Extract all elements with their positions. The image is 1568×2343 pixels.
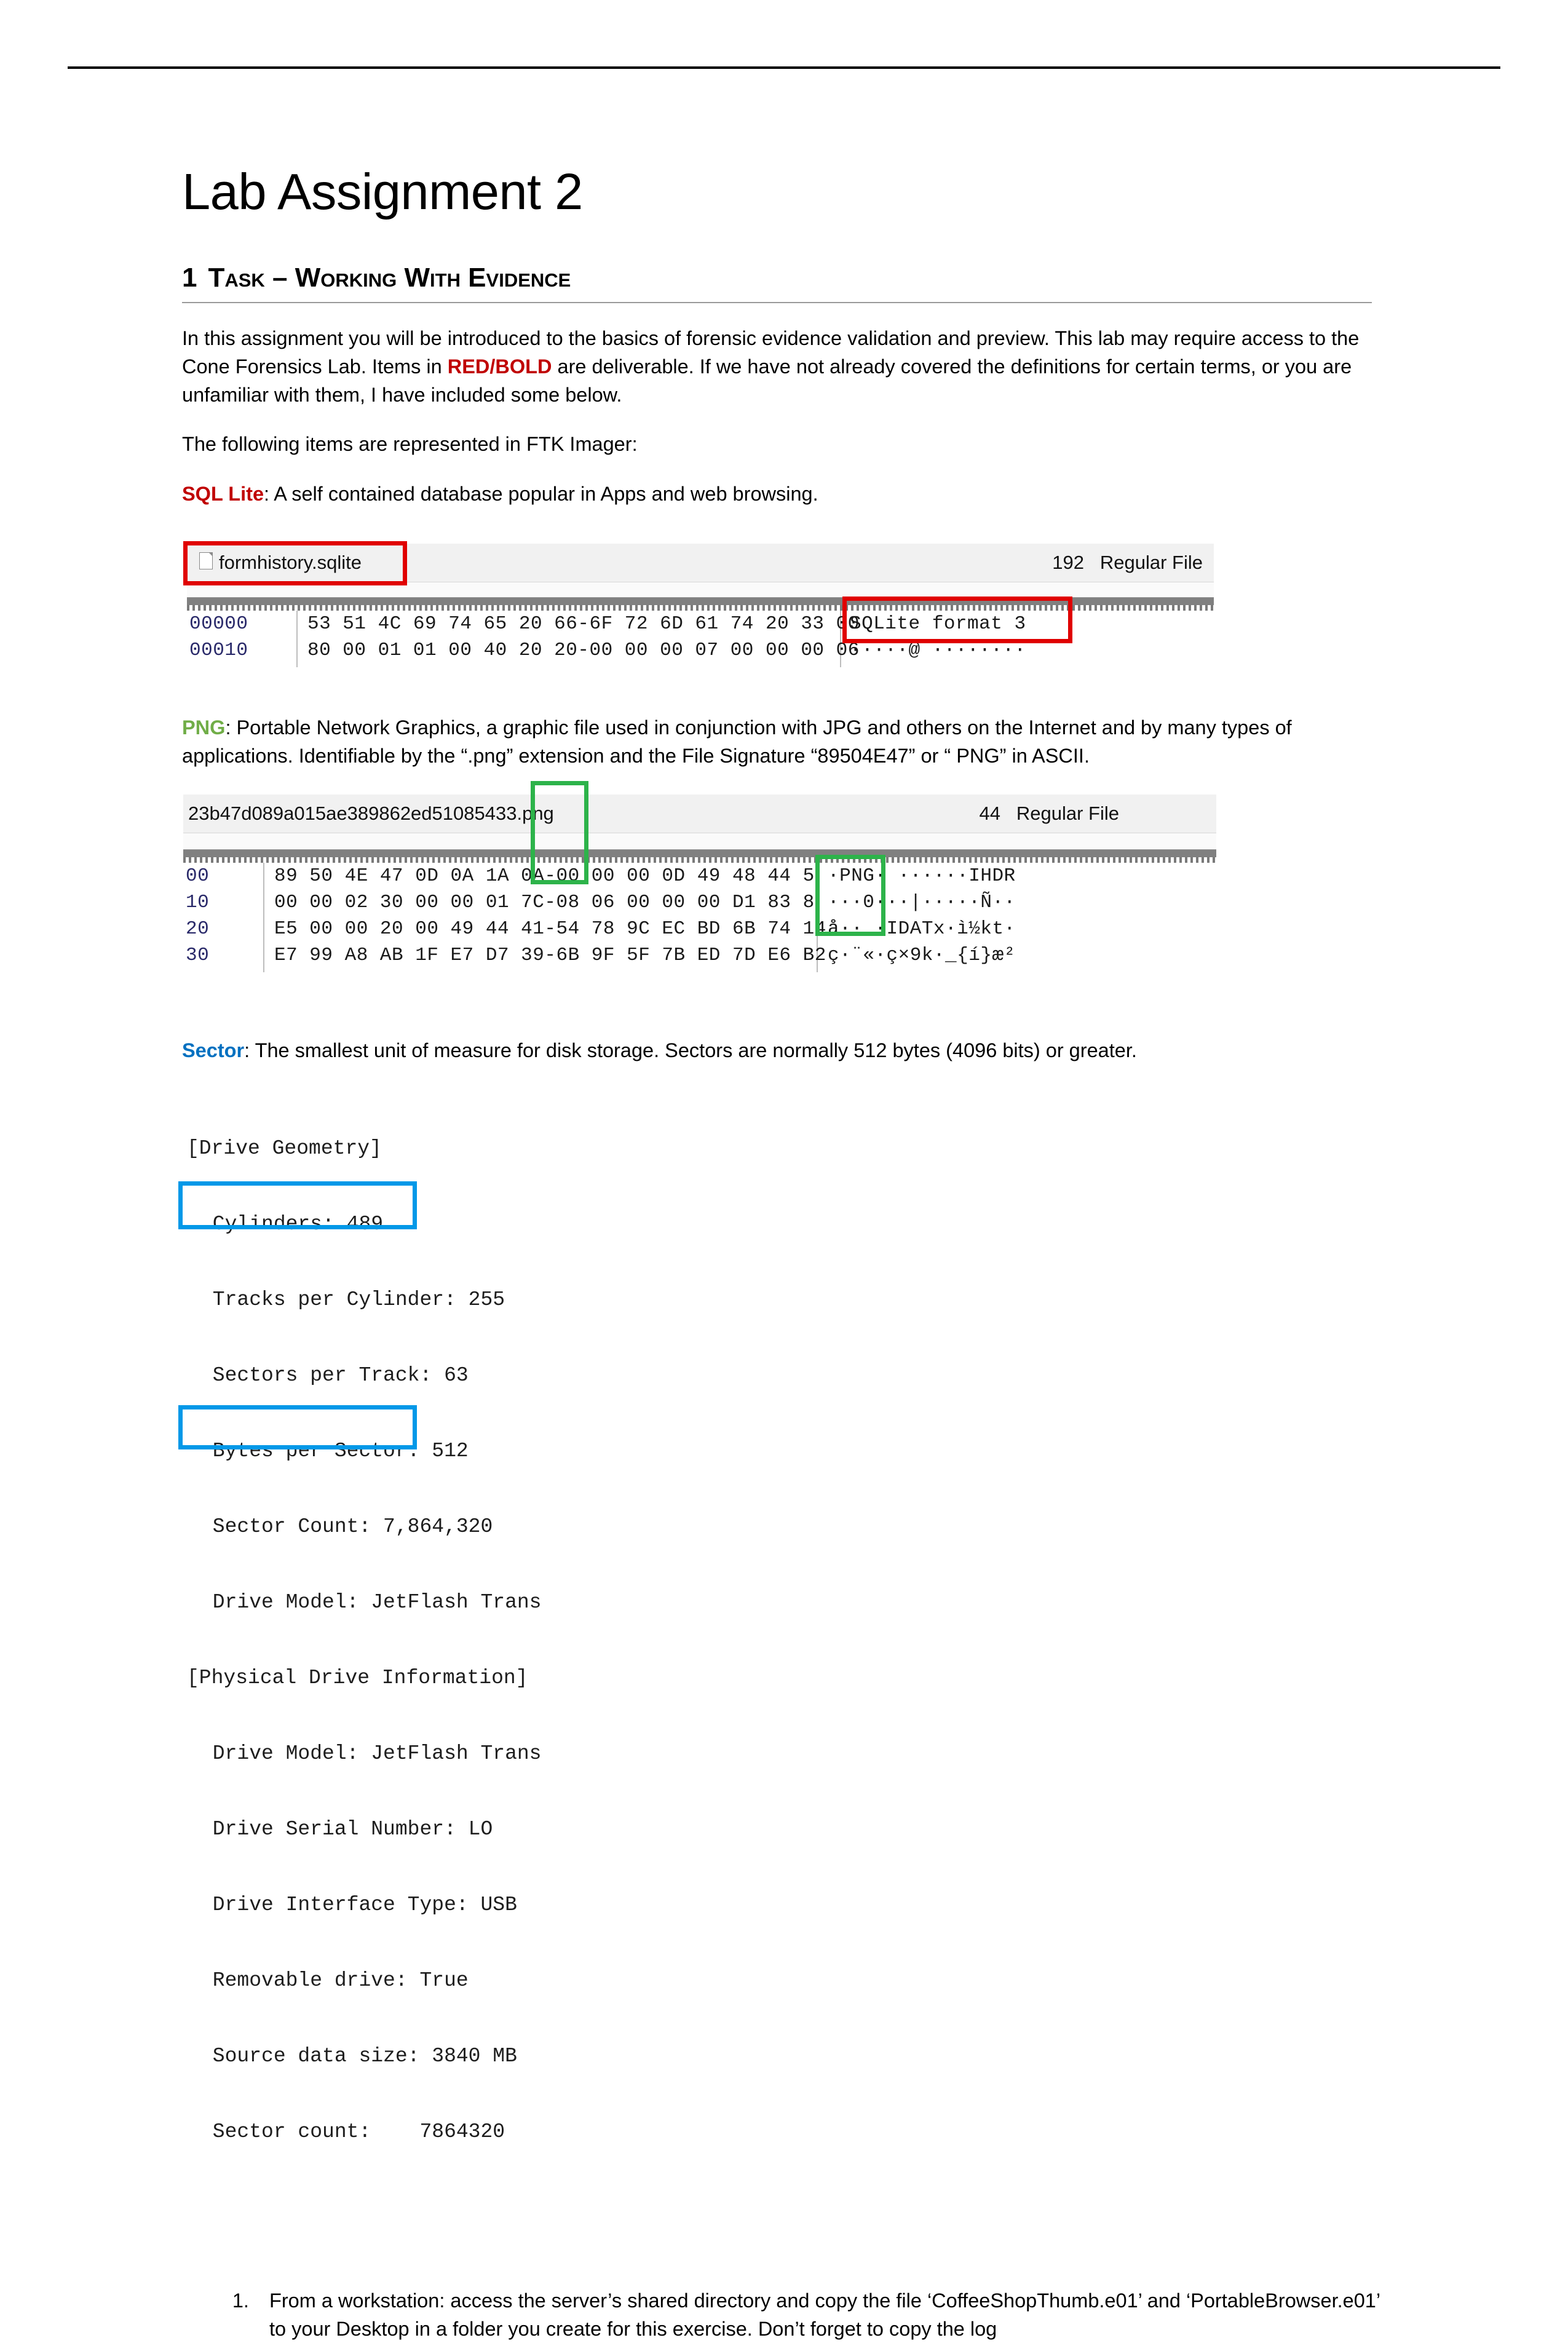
hex-row: 10 00 00 02 30 00 00 01 7C-08 06 00 00 0… <box>183 889 1216 919</box>
png-ftk-screenshot: 23b47d089a015ae389862ed51085433.png 44 R… <box>183 780 1216 972</box>
hex-offset: 00000 <box>189 613 248 635</box>
hex-divider-bar <box>187 597 1214 605</box>
intro-paragraph: In this assignment you will be introduce… <box>182 324 1387 409</box>
hex-column-divider <box>296 610 298 641</box>
drive-info-line: Drive Model: JetFlash Trans <box>200 1591 542 1614</box>
ascii-column-divider <box>817 862 818 893</box>
hex-divider-bar <box>183 849 1216 857</box>
drive-info-line: Sectors per Track: 63 <box>200 1364 469 1387</box>
section-heading: 1 Task – Working with evidence <box>182 263 1372 303</box>
png-file-type: Regular File <box>1016 802 1119 824</box>
term-sqlite-paragraph: SQL Lite: A self contained database popu… <box>182 480 1387 508</box>
png-file-name-suffix: 33.png <box>495 802 554 824</box>
sqlite-file-type: Regular File <box>1099 551 1203 573</box>
hex-row: 20 E5 00 00 20 00 49 44 41-54 78 9C EC B… <box>183 915 1216 946</box>
hex-offset: 00010 <box>189 639 248 661</box>
term-sqlite-label: SQL Lite <box>182 482 264 505</box>
list-item: From a workstation: access the server’s … <box>255 2286 1387 2343</box>
header-rule <box>68 66 1500 69</box>
drive-info-line: Source data size: 3840 MB <box>200 2045 517 2068</box>
drive-info-screenshot: [Drive Geometry] Cylinders: 489 Tracks p… <box>178 1085 876 2270</box>
drive-info-line: Drive Model: JetFlash Trans <box>200 1742 542 1766</box>
hex-ascii: å·· ·IDATx·ì½kt· <box>828 918 1016 940</box>
hex-column-divider <box>263 889 264 919</box>
hex-bytes: E7 99 A8 AB 1F E7 D7 39-6B 9F 5F 7B ED 7… <box>274 944 826 966</box>
term-png-label: PNG <box>182 716 226 739</box>
hex-offset: 10 <box>186 891 210 913</box>
term-sector-definition: : The smallest unit of measure for disk … <box>244 1039 1137 1061</box>
sqlite-ftk-screenshot: formhistory.sqlite 192 Regular File 0000… <box>183 541 1214 667</box>
sqlite-file-size: 192 <box>1052 551 1085 573</box>
hex-row: 00000 53 51 4C 69 74 65 20 66-6F 72 6D 6… <box>187 610 1214 641</box>
hex-row: 00 89 50 4E 47 0D 0A 1A 0A-00 00 00 0D 4… <box>183 862 1216 893</box>
drive-info-line: Tracks per Cylinder: 255 <box>200 1288 505 1312</box>
section-title: Task – Working with evidence <box>208 263 571 293</box>
hex-bytes: 80 00 01 01 00 40 20 20-00 00 00 07 00 0… <box>307 639 860 661</box>
hex-ruler <box>187 605 1214 611</box>
hex-ruler <box>183 857 1216 863</box>
sqlite-file-row: formhistory.sqlite 192 Regular File <box>187 543 1214 582</box>
page-title: Lab Assignment 2 <box>182 163 583 220</box>
png-partial-row <box>183 833 1216 849</box>
hex-ascii: ç·¨«·ç×9k·_{í}æ² <box>828 944 1016 966</box>
hex-ascii: ···0···|·····Ñ·· <box>828 891 1016 913</box>
document-body: Lab Assignment 2 1 Task – Working with ev… <box>178 163 1387 2343</box>
drive-info-line: Sector count: 7864320 <box>200 2120 505 2144</box>
png-file-meta: 44 Regular File <box>980 803 1119 825</box>
lead-in-paragraph: The following items are represented in F… <box>182 433 638 456</box>
png-file-name: 23b47d089a015ae389862ed51085433.png <box>188 803 554 825</box>
drive-info-line: [Physical Drive Information] <box>187 1667 528 1690</box>
hex-bytes: 89 50 4E 47 0D 0A 1A 0A-00 00 00 0D 49 4… <box>274 865 815 887</box>
hex-row: 00010 80 00 01 01 00 40 20 20-00 00 00 0… <box>187 636 1214 667</box>
hex-offset: 30 <box>186 944 210 966</box>
file-icon <box>199 552 213 569</box>
drive-info-line: [Drive Geometry] <box>187 1137 382 1160</box>
ascii-column-divider <box>817 889 818 919</box>
hex-bytes: 53 51 4C 69 74 65 20 66-6F 72 6D 61 74 2… <box>307 613 860 635</box>
hex-row: 30 E7 99 A8 AB 1F E7 D7 39-6B 9F 5F 7B E… <box>183 942 1216 972</box>
red-bold-emphasis: RED/BOLD <box>447 355 552 378</box>
drive-info-line: Removable drive: True <box>200 1969 469 1992</box>
term-png-definition: : Portable Network Graphics, a graphic f… <box>182 716 1292 767</box>
section-number: 1 <box>182 263 197 293</box>
hex-ascii: ·····@ ········ <box>850 639 1026 661</box>
hex-column-divider <box>263 942 264 972</box>
term-sqlite-definition: : A self contained database popular in A… <box>264 482 818 505</box>
hex-bytes: 00 00 02 30 00 00 01 7C-08 06 00 00 00 D… <box>274 891 815 913</box>
sqlite-file-meta: 192 Regular File <box>1052 552 1203 574</box>
png-file-name-prefix: 23b47d089a015ae389862ed510854 <box>188 802 496 824</box>
hex-offset: 00 <box>186 865 210 887</box>
document-page: Lab Assignment 2 1 Task – Working with ev… <box>0 0 1568 2340</box>
drive-info-line: Sector Count: 7,864,320 <box>200 1515 493 1539</box>
term-sector-paragraph: Sector: The smallest unit of measure for… <box>182 1036 1387 1064</box>
sqlite-partial-row <box>187 582 1214 597</box>
png-file-row: 23b47d089a015ae389862ed51085433.png 44 R… <box>183 794 1216 833</box>
drive-info-line: Drive Serial Number: LO <box>200 1818 493 1841</box>
hex-ascii: ·PNG· ······IHDR <box>828 865 1016 887</box>
hex-offset: 20 <box>186 918 210 940</box>
task-text: From a workstation: access the server’s … <box>269 2289 1380 2341</box>
drive-info-line: Cylinders: 489 <box>200 1213 384 1236</box>
task-list: From a workstation: access the server’s … <box>182 2286 1387 2343</box>
drive-info-line: Drive Interface Type: USB <box>200 1893 517 1917</box>
hex-column-divider <box>263 862 264 893</box>
hex-ascii: SQLite format 3 <box>850 613 1026 635</box>
hex-column-divider <box>263 915 264 946</box>
hex-bytes: E5 00 00 20 00 49 44 41-54 78 9C EC BD 6… <box>274 918 826 940</box>
sqlite-file-name: formhistory.sqlite <box>219 551 362 573</box>
hex-column-divider <box>296 636 298 667</box>
term-sector-label: Sector <box>182 1039 245 1061</box>
drive-info-line: Bytes per Sector: 512 <box>200 1440 469 1463</box>
term-png-paragraph: PNG: Portable Network Graphics, a graphi… <box>182 713 1387 770</box>
png-file-size: 44 <box>979 802 1001 824</box>
